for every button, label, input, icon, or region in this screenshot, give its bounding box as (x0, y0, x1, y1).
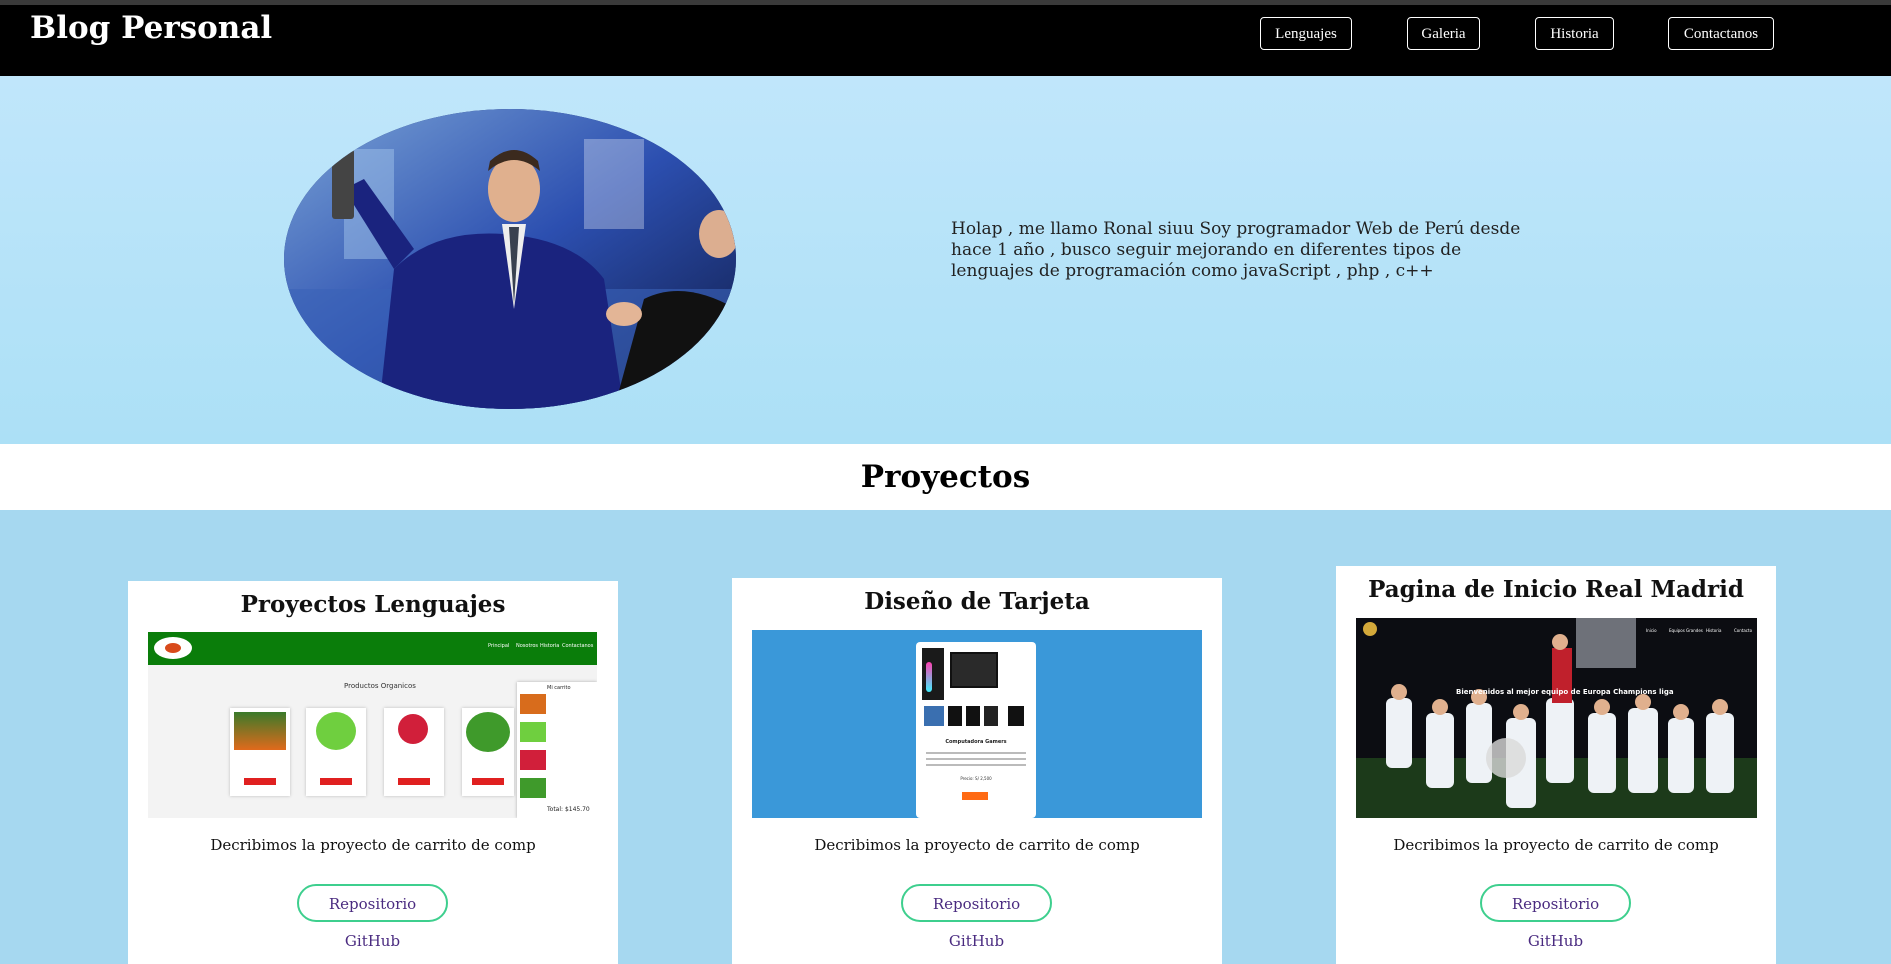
preview-add-button (962, 792, 988, 800)
site-header: Blog Personal Lenguajes Galeria Historia… (0, 5, 1891, 76)
card-description: Decribimos la proyecto de carrito de com… (210, 836, 536, 854)
github-repo-button[interactable]: Repositorio GitHub (1480, 884, 1631, 950)
project-preview-image: Computadora Gamers Precio: S/ 2,500 (752, 630, 1202, 818)
preview-cart-title: Mi carrito (547, 685, 571, 691)
nav-historia[interactable]: Historia (1535, 17, 1614, 50)
preview-cart-panel: Mi carrito Total: $145.70 (517, 682, 597, 818)
preview-nav-item: Equipos Grandes (1669, 628, 1703, 633)
main-nav: Lenguajes Galeria Historia Contactanos (0, 17, 1891, 53)
preview-section-title: Productos Organicos (344, 682, 416, 690)
projects-heading: Proyectos (860, 459, 1031, 495)
intro-text: Holap , me llamo Ronal siuu Soy programa… (951, 219, 1521, 281)
card-description: Decribimos la proyecto de carrito de com… (814, 836, 1140, 854)
github-repo-button[interactable]: Repositorio GitHub (297, 884, 448, 950)
project-card-real-madrid: Pagina de Inicio Real Madrid Inicio Equi… (1336, 566, 1776, 964)
preview-navbar: Principal Nosotros Historia Contactanos (148, 632, 597, 665)
hero-section: Holap , me llamo Ronal siuu Soy programa… (0, 76, 1891, 444)
card-title: Pagina de Inicio Real Madrid (1368, 576, 1744, 603)
preview-nav-item: Inicio (1646, 628, 1657, 633)
preview-team-photo (1356, 618, 1757, 818)
nav-galeria[interactable]: Galeria (1407, 17, 1480, 50)
preview-product-title: Computadora Gamers (945, 739, 1007, 745)
preview-headline: Bienvenidos al mejor equipo de Europa Ch… (1456, 688, 1674, 696)
github-repo-button[interactable]: Repositorio GitHub (901, 884, 1052, 950)
profile-photo (284, 109, 736, 409)
preview-nav-item: Nosotros (516, 643, 539, 649)
preview-nav-item: Historia (1706, 628, 1722, 633)
preview-product-card (230, 708, 290, 796)
preview-nav-item: Historia (540, 643, 560, 649)
project-card-lenguajes: Proyectos Lenguajes Principal Nosotros H… (128, 581, 618, 964)
preview-product-card: Computadora Gamers Precio: S/ 2,500 (916, 642, 1036, 818)
card-title: Diseño de Tarjeta (864, 588, 1090, 615)
nav-contactanos[interactable]: Contactanos (1668, 17, 1774, 50)
preview-product-card (384, 708, 444, 796)
project-card-tarjeta: Diseño de Tarjeta Computadora Gamers Pre… (732, 578, 1222, 964)
preview-product-card (462, 708, 514, 796)
preview-product-card (306, 708, 366, 796)
project-preview-image: Principal Nosotros Historia Contactanos … (148, 632, 597, 818)
preview-nav-item: Principal (488, 643, 510, 649)
preview-logo (154, 637, 192, 659)
preview-price: Precio: S/ 2,500 (960, 776, 992, 781)
card-title: Proyectos Lenguajes (240, 591, 506, 618)
card-description: Decribimos la proyecto de carrito de com… (1393, 836, 1719, 854)
preview-nav-item: Contacto (1734, 628, 1753, 633)
nav-lenguajes[interactable]: Lenguajes (1260, 17, 1352, 50)
projects-header-band: Proyectos (0, 444, 1891, 510)
project-preview-image: Inicio Equipos Grandes Historia Contacto… (1356, 618, 1757, 818)
preview-cart-total: Total: $145.70 (547, 806, 590, 813)
preview-nav-item: Contactanos (562, 643, 594, 649)
